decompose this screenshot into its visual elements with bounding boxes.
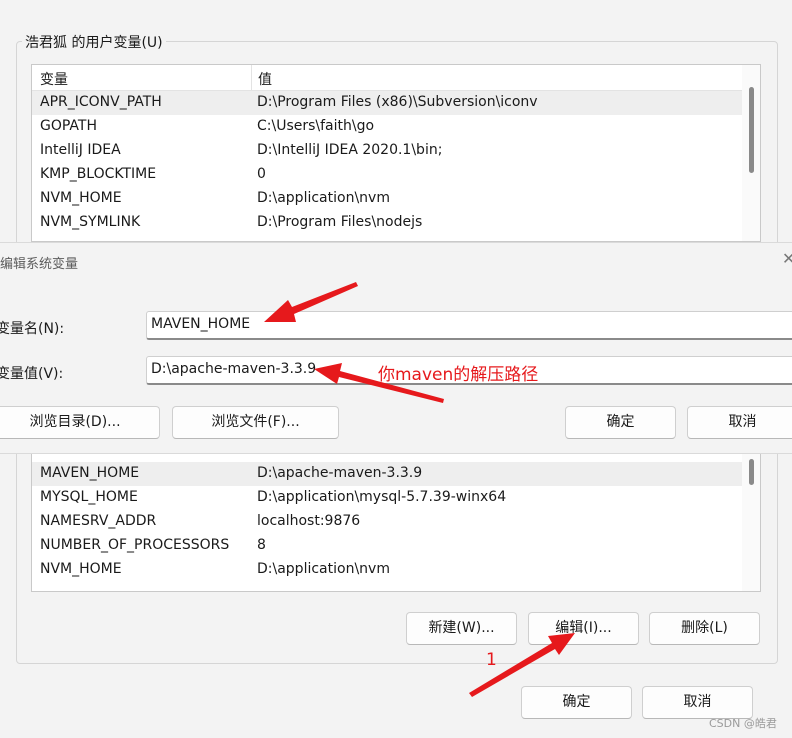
table-row[interactable]: NVM_SYMLINK D:\Program Files\nodejs (32, 211, 742, 235)
variable-value: D:\application\nvm (257, 190, 390, 206)
user-variables-title: 浩君狐 的用户变量(U) (22, 32, 166, 52)
watermark: CSDN @皓君 (709, 717, 777, 730)
variable-name-input[interactable]: MAVEN_HOME (146, 311, 792, 340)
variable-name: NAMESRV_ADDR (40, 513, 157, 529)
variable-value: D:\Program Files (x86)\Subversion\iconv (257, 94, 538, 110)
column-header-variable[interactable]: 变量 (40, 69, 68, 89)
ok-button[interactable]: 确定 (521, 686, 632, 719)
browse-directory-button[interactable]: 浏览目录(D)... (0, 406, 160, 439)
variable-name: GOPATH (40, 118, 97, 134)
step-number-label: 1 (486, 650, 497, 670)
variable-value: 8 (257, 537, 266, 553)
delete-variable-button[interactable]: 删除(L) (649, 612, 760, 645)
new-variable-button[interactable]: 新建(W)... (406, 612, 517, 645)
table-row[interactable]: KMP_BLOCKTIME 0 (32, 163, 742, 187)
variable-value: D:\application\mysql-5.7.39-winx64 (257, 489, 507, 505)
variable-value: D:\application\nvm (257, 561, 390, 577)
variable-name-label: 变量名(N): (0, 321, 65, 337)
table-row[interactable]: MYSQL_HOME D:\application\mysql-5.7.39-w… (32, 486, 742, 510)
vertical-scrollbar[interactable] (742, 65, 760, 241)
vertical-scrollbar[interactable] (742, 453, 760, 591)
variable-name: KMP_BLOCKTIME (40, 166, 157, 182)
path-annotation-label: 你maven的解压路径 (378, 365, 539, 385)
variable-name: APR_ICONV_PATH (40, 94, 162, 110)
variable-name: MYSQL_HOME (40, 489, 138, 505)
variable-value: localhost:9876 (257, 513, 361, 529)
variable-value: D:\Program Files\nodejs (257, 214, 423, 230)
variable-name: NVM_HOME (40, 190, 122, 206)
table-row[interactable]: NVM_HOME D:\application\nvm (32, 187, 742, 211)
scrollbar-thumb[interactable] (749, 87, 754, 173)
edit-system-variable-dialog: 编辑系统变量 ✕ 变量名(N): MAVEN_HOME 变量值(V): D:\a… (0, 242, 792, 454)
variable-value: D:\apache-maven-3.3.9 (257, 465, 423, 481)
dialog-cancel-button[interactable]: 取消 (687, 406, 792, 439)
column-header-value[interactable]: 值 (258, 69, 272, 89)
close-icon[interactable]: ✕ (782, 249, 792, 268)
variable-name: IntelliJ IDEA (40, 142, 121, 158)
variable-name: NVM_SYMLINK (40, 214, 141, 230)
table-row[interactable]: APR_ICONV_PATH D:\Program Files (x86)\Su… (32, 91, 742, 115)
variable-name: NVM_HOME (40, 561, 122, 577)
table-row[interactable]: IntelliJ IDEA D:\IntelliJ IDEA 2020.1\bi… (32, 139, 742, 163)
variable-value: 0 (257, 166, 266, 182)
list-header: 变量 值 (32, 65, 742, 91)
variable-value: D:\IntelliJ IDEA 2020.1\bin; (257, 142, 443, 158)
browse-file-button[interactable]: 浏览文件(F)... (172, 406, 339, 439)
user-variables-list[interactable]: 变量 值 APR_ICONV_PATH D:\Program Files (x8… (31, 64, 761, 242)
table-row[interactable]: NVM_HOME D:\application\nvm (32, 558, 742, 582)
system-variables-list[interactable]: MAVEN_HOME D:\apache-maven-3.3.9 MYSQL_H… (31, 452, 761, 592)
variable-name: NUMBER_OF_PROCESSORS (40, 537, 230, 553)
variable-value-label: 变量值(V): (0, 366, 64, 382)
table-row[interactable]: GOPATH C:\Users\faith\go (32, 115, 742, 139)
dialog-ok-button[interactable]: 确定 (565, 406, 676, 439)
table-row[interactable]: MAVEN_HOME D:\apache-maven-3.3.9 (32, 462, 742, 486)
variable-name: MAVEN_HOME (40, 465, 140, 481)
scrollbar-thumb[interactable] (749, 459, 754, 485)
edit-variable-button[interactable]: 编辑(I)... (528, 612, 639, 645)
table-row[interactable]: NUMBER_OF_PROCESSORS 8 (32, 534, 742, 558)
column-divider[interactable] (251, 65, 252, 91)
table-row[interactable]: NAMESRV_ADDR localhost:9876 (32, 510, 742, 534)
dialog-title: 编辑系统变量 (0, 257, 79, 272)
variable-value: C:\Users\faith\go (257, 118, 375, 134)
